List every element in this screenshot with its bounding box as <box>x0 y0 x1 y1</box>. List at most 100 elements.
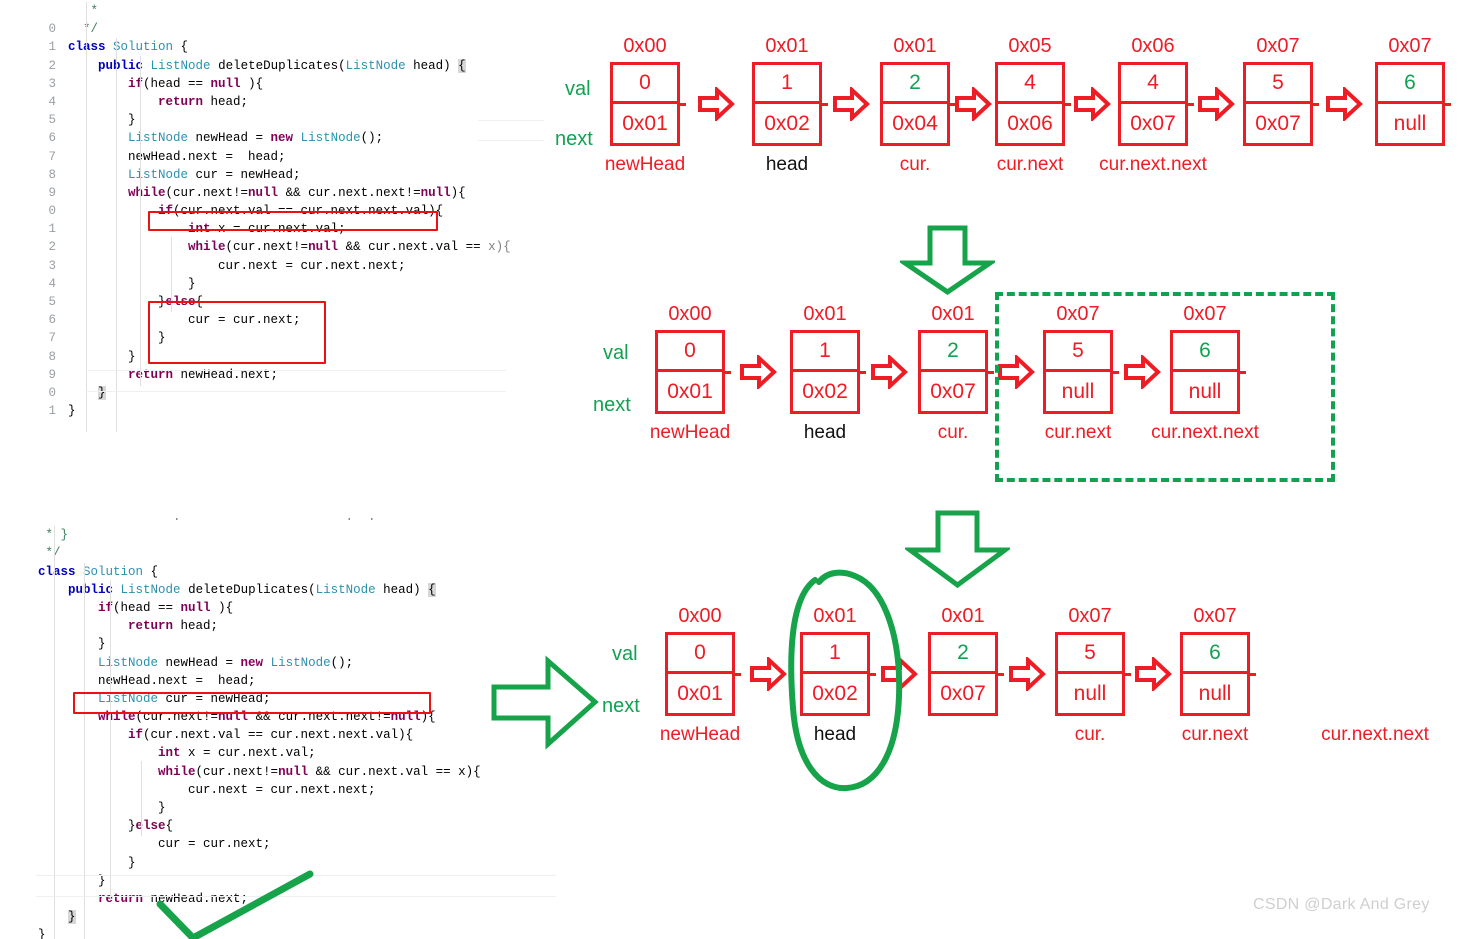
code-text: } <box>38 855 136 870</box>
line-number <box>30 2 56 20</box>
node-address-label: 0x05 <box>1008 35 1052 57</box>
node-link-stub <box>996 673 1004 676</box>
list-node: 1 0x02 <box>752 62 822 146</box>
node-link-stub <box>1443 103 1451 106</box>
node-val-cell: 5 <box>1046 333 1110 372</box>
node-variable-label: newHead <box>604 154 686 175</box>
code-line: 0 if(cur.next.val == cur.next.next.val){ <box>30 202 530 220</box>
line-number: 2 <box>48 240 56 255</box>
node-variable-label: cur.next.next <box>1151 422 1259 443</box>
node-variable-label-extra: cur.next.next <box>1321 724 1429 745</box>
code-line: if(head == null ){ <box>26 599 566 617</box>
list-node: 0 0x01 <box>655 330 725 414</box>
line-number: 7 <box>48 149 56 164</box>
node-link-stub <box>1248 673 1256 676</box>
node-next-cell: null <box>1198 681 1232 705</box>
code-line: int x = cur.next.val; <box>26 744 566 762</box>
screenshot-root: * 0 */ 1 class Solution {2 public ListNode … <box>0 0 1470 939</box>
node-val-cell: 5 <box>1246 65 1310 104</box>
node-next-cell: 0x07 <box>940 681 986 705</box>
node-val-cell: 4 <box>1121 65 1185 104</box>
code-line: 3 if(head == null ){ <box>30 75 530 93</box>
code-text: } <box>38 801 166 815</box>
line-number: 0 <box>48 385 56 400</box>
node-link-stub <box>1311 103 1319 106</box>
code-line: } <box>26 635 566 653</box>
code-line: 6 ListNode newHead = new ListNode(); <box>30 129 530 147</box>
code-text: newHead.next = head; <box>38 673 256 688</box>
node-next-cell: null <box>1073 681 1107 705</box>
next-label: next <box>593 394 631 416</box>
node-address-label: 0x01 <box>803 303 847 325</box>
code-text: while(cur.next!=null && cur.next.next!=n… <box>98 710 436 725</box>
code-text: class Solution { <box>68 40 189 55</box>
code-text: }else{ <box>158 295 204 309</box>
next-label: next <box>602 695 640 717</box>
code-text: if(head == null ){ <box>128 76 264 91</box>
code-text: cur.next = cur.next.next; <box>68 258 406 273</box>
line-number: 9 <box>48 367 56 382</box>
node-address-label: 0x01 <box>931 303 975 325</box>
node-next-cell: 0x07 <box>1130 111 1176 135</box>
indent-guide <box>54 526 55 939</box>
code-text: * } <box>38 528 69 543</box>
next-pointer-arrow <box>1073 87 1111 121</box>
val-label: val <box>603 342 629 364</box>
line-number: 5 <box>48 295 56 309</box>
node-address-label: 0x07 <box>1183 303 1227 325</box>
node-variable-label: cur. <box>1074 724 1106 745</box>
next-pointer-arrow <box>997 355 1035 389</box>
line-number: 4 <box>48 94 56 109</box>
code-line: while(cur.next!=null && cur.next.val == … <box>26 763 566 781</box>
node-next-cell: 0x01 <box>677 681 723 705</box>
code-editor-top[interactable]: * 0 */ 1 class Solution {2 public ListNode … <box>30 2 530 442</box>
code-line: 0 */ <box>30 20 530 38</box>
next-label: next <box>555 128 593 150</box>
node-link-stub <box>1238 371 1246 374</box>
node-val-cell: 6 <box>1183 635 1247 674</box>
node-val-cell: 6 <box>1173 333 1237 372</box>
code-text: } <box>68 276 196 291</box>
list-node: 5 null <box>1055 632 1125 716</box>
green-circle-annotation <box>788 569 903 792</box>
node-val-cell: 1 <box>755 65 819 104</box>
code-text: return head; <box>158 94 249 109</box>
node-address-label: 0x01 <box>765 35 809 57</box>
next-pointer-arrow <box>698 87 735 121</box>
node-variable-label: cur. <box>937 422 969 443</box>
code-line: if(cur.next.val == cur.next.next.val){ <box>26 726 566 744</box>
next-pointer-arrow <box>749 657 787 691</box>
code-line: 7 } <box>30 329 530 347</box>
code-line: 0 } <box>30 384 530 402</box>
code-text: int x = cur.next.val; <box>188 222 346 237</box>
node-link-stub <box>1111 371 1119 374</box>
code-line: class Solution { <box>26 563 566 581</box>
line-number: 7 <box>48 331 56 346</box>
code-text: } <box>68 404 76 419</box>
node-link-stub <box>723 371 731 374</box>
green-down-arrow-2 <box>905 510 1010 588</box>
line-number: 1 <box>48 404 56 419</box>
node-variable-label: head <box>765 154 809 175</box>
line-number: 1 <box>48 222 56 237</box>
code-text: } <box>158 331 166 346</box>
list-node: 2 0x04 <box>880 62 950 146</box>
line-number: 1 <box>48 40 56 55</box>
code-line: 2 while(cur.next!=null && cur.next.val =… <box>30 238 530 256</box>
line-number: 0 <box>48 204 56 219</box>
line-number: 0 <box>48 22 56 37</box>
node-address-label: 0x00 <box>623 35 667 57</box>
indent-guide <box>140 56 141 386</box>
green-checkmark-annotation <box>156 870 314 939</box>
code-text: int x = cur.next.val; <box>158 746 316 761</box>
node-val-cell: 2 <box>883 65 947 104</box>
list-node: 6 null <box>1180 632 1250 716</box>
code-text: if(cur.next.val == cur.next.next.val){ <box>158 204 444 219</box>
code-line: 5 }else{ <box>30 293 530 311</box>
node-variable-label: newHead <box>649 422 731 443</box>
code-text: while(cur.next!=null && cur.next.next!=n… <box>128 185 466 200</box>
code-line: public ListNode deleteDuplicates(ListNod… <box>26 581 566 599</box>
next-pointer-arrow <box>871 355 908 389</box>
node-val-cell: 1 <box>793 333 857 372</box>
code-text: }else{ <box>38 819 174 834</box>
